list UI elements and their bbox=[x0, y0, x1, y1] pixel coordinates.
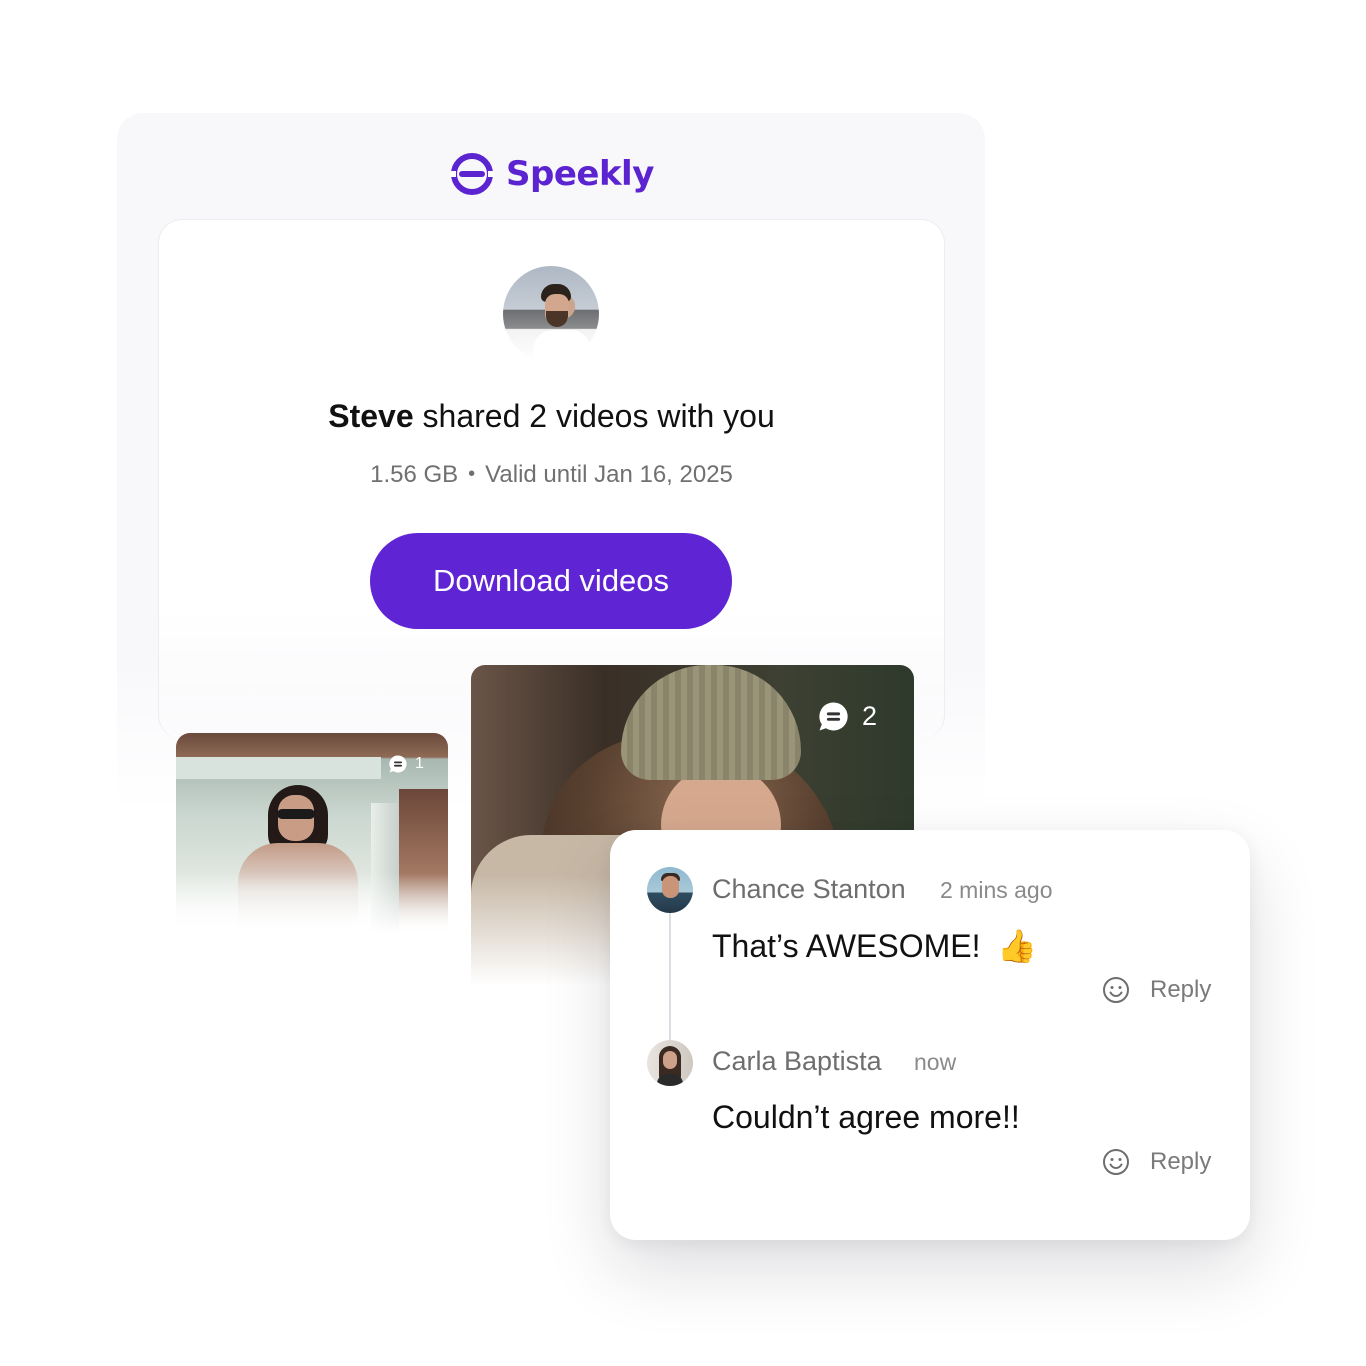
thumbs-up-emoji: 👍 bbox=[997, 927, 1038, 965]
comment-text: That’s AWESOME! 👍 bbox=[712, 927, 1037, 965]
reply-button[interactable]: Reply bbox=[1150, 1148, 1211, 1176]
comment-body: Couldn’t agree more!! bbox=[712, 1099, 1020, 1135]
share-message: shared 2 videos with you bbox=[422, 398, 775, 434]
sender-name: Steve bbox=[328, 398, 414, 434]
share-title: Steve shared 2 videos with you bbox=[158, 398, 945, 435]
validity-date: Valid until Jan 16, 2025 bbox=[485, 461, 733, 488]
brand-name: Speekly bbox=[506, 154, 654, 194]
video-1-comment-count: 1 bbox=[415, 755, 424, 772]
commenter-avatar bbox=[647, 867, 693, 913]
sender-avatar bbox=[503, 266, 599, 362]
video-2-comment-count: 2 bbox=[862, 701, 878, 731]
comment-author: Chance Stanton bbox=[712, 874, 906, 904]
thread-connector bbox=[669, 912, 671, 1040]
comment-bubble-icon bbox=[389, 755, 407, 773]
speekly-logo-icon bbox=[450, 153, 494, 195]
reply-button[interactable]: Reply bbox=[1150, 976, 1211, 1004]
comments-panel bbox=[610, 830, 1250, 1240]
brand-header: Speekly bbox=[450, 150, 654, 198]
video-2-comment-badge[interactable]: 2 bbox=[817, 700, 877, 733]
smile-icon[interactable] bbox=[1102, 976, 1130, 1004]
comment-bubble-icon bbox=[819, 702, 848, 731]
comment-timestamp: 2 mins ago bbox=[940, 877, 1053, 903]
comment-author: Carla Baptista bbox=[712, 1046, 882, 1076]
stage: Speekly Steve shared 2 videos with you 1… bbox=[0, 0, 1366, 1366]
comment-text: Couldn’t agree more!! bbox=[712, 1099, 1020, 1136]
meta-separator: • bbox=[468, 463, 476, 485]
download-videos-button[interactable]: Download videos bbox=[370, 533, 732, 629]
comment-actions: Reply bbox=[1102, 1148, 1211, 1176]
commenter-avatar bbox=[647, 1040, 693, 1086]
comment-actions: Reply bbox=[1102, 976, 1211, 1004]
comment-body: That’s AWESOME! bbox=[712, 928, 981, 964]
video-1-comment-badge[interactable]: 1 bbox=[388, 754, 424, 774]
file-size: 1.56 GB bbox=[370, 461, 459, 488]
share-meta: 1.56 GB • Valid until Jan 16, 2025 bbox=[158, 461, 945, 489]
comment-timestamp: now bbox=[914, 1049, 957, 1075]
smile-icon[interactable] bbox=[1102, 1148, 1130, 1176]
